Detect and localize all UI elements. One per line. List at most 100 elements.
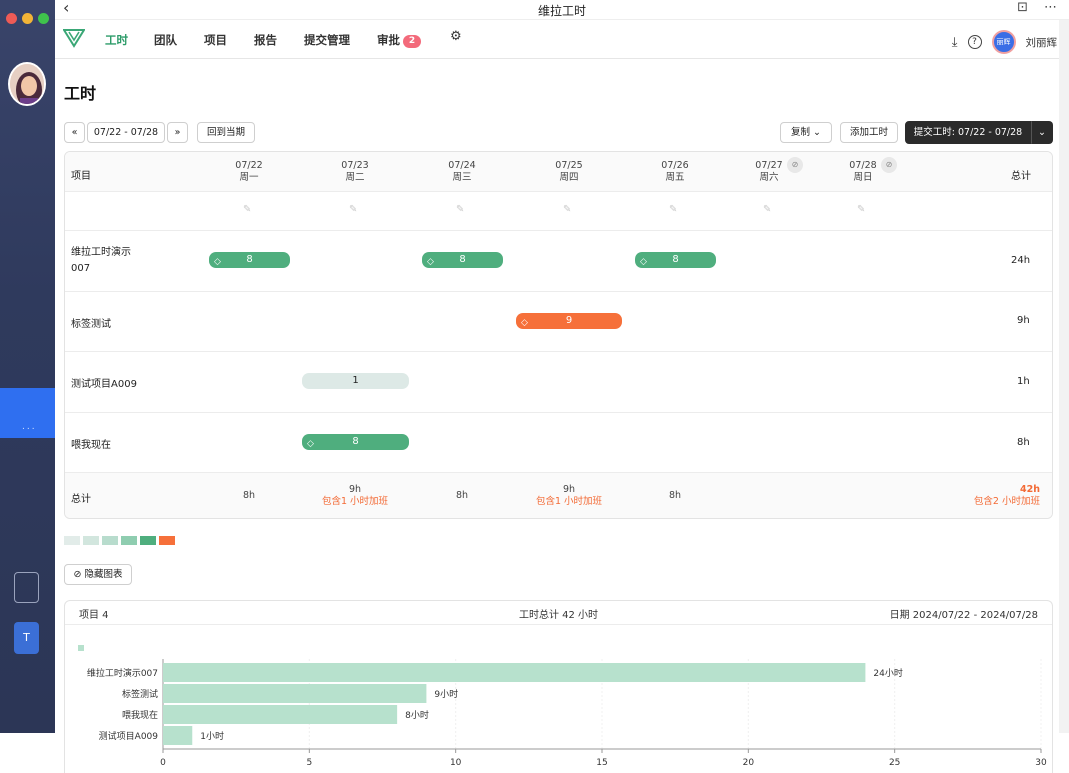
chart-bar — [163, 684, 427, 703]
day-off-icon[interactable]: ⊘ — [881, 157, 897, 173]
chart-tick-label: 10 — [450, 758, 462, 768]
copy-dropdown-button[interactable]: 复制 ⌄ — [780, 122, 832, 143]
legend-swatch — [159, 536, 175, 545]
time-entry[interactable]: ◇ 8 — [635, 252, 716, 268]
user-name[interactable]: 刘丽辉 — [1026, 35, 1058, 50]
day-weekday: 周日 — [853, 172, 873, 183]
close-window-icon[interactable] — [6, 13, 17, 24]
edit-row: ✎ ✎ ✎ ✎ ✎ ✎ ✎ — [65, 192, 1052, 231]
day-header-mon: 07/22 周一 — [219, 160, 279, 184]
sidebar-active-item[interactable]: ... — [0, 388, 55, 438]
maximize-window-icon[interactable] — [38, 13, 49, 24]
time-entry[interactable]: ◇ 8 — [422, 252, 503, 268]
tag-icon: ◇ — [427, 257, 434, 267]
time-entry-value: 8 — [352, 436, 359, 447]
submit-options-chevron-icon[interactable]: ⌄ — [1031, 121, 1053, 144]
chart-panel: 项目 4 工时总计 42 小时 日期 2024/07/22 - 2024/07/… — [64, 600, 1053, 773]
chart-tick-label: 0 — [160, 758, 166, 768]
nav-item-projects[interactable]: 项目 — [204, 32, 227, 48]
tag-icon: ◇ — [640, 257, 647, 267]
chart-tick-label: 30 — [1035, 758, 1047, 768]
day-date: 07/22 — [235, 160, 263, 171]
table-row: 标签测试 ◇ 9 9h — [65, 292, 1052, 352]
prev-week-button[interactable]: « — [64, 122, 85, 143]
more-icon[interactable]: ⋯ — [1044, 0, 1057, 15]
nav-item-reports[interactable]: 报告 — [254, 32, 277, 48]
project-name-line: 维拉工时演示 — [71, 247, 131, 258]
hide-chart-label: 隐藏图表 — [84, 569, 123, 580]
logo-icon — [62, 28, 86, 51]
page-scrollbar[interactable] — [1059, 20, 1069, 733]
edit-pencil-icon[interactable]: ✎ — [563, 204, 571, 215]
edit-pencil-icon[interactable]: ✎ — [857, 204, 865, 215]
day-total: 8h — [242, 490, 256, 501]
chart-value-label: 24小时 — [873, 667, 902, 679]
time-entry[interactable]: ◇ 8 — [302, 434, 409, 450]
date-range-button[interactable]: 07/22 - 07/28 — [87, 122, 165, 143]
day-total: 9h 包含1 小时加班 — [315, 484, 395, 508]
page-title: 工时 — [64, 84, 97, 103]
edit-pencil-icon[interactable]: ✎ — [456, 204, 464, 215]
project-name[interactable]: 喂我现在 — [71, 436, 111, 451]
day-total: 8h — [668, 490, 682, 501]
settings-gear-icon[interactable]: ⚙ — [450, 29, 462, 44]
chevron-down-icon: ⌄ — [813, 127, 821, 138]
sidebar-team-icon[interactable]: T — [14, 622, 39, 654]
download-icon[interactable]: ⤓ — [952, 35, 958, 50]
project-column-header: 项目 — [71, 171, 91, 182]
robot-icon[interactable]: ⊡ — [1017, 0, 1028, 15]
legend-swatch — [121, 536, 137, 545]
day-off-icon[interactable]: ⊘ — [787, 157, 803, 173]
time-entry-value: 8 — [459, 254, 466, 265]
row-total: 8h — [1017, 437, 1030, 448]
nav-item-approvals[interactable]: 审批 2 — [377, 32, 421, 48]
chart-value-label: 8小时 — [405, 709, 429, 721]
chart-category-label: 测试项目A009 — [99, 730, 159, 742]
project-name[interactable]: 测试项目A009 — [71, 375, 137, 390]
current-period-button[interactable]: 回到当期 — [197, 122, 255, 143]
window-title: 维拉工时 — [537, 4, 586, 18]
legend-swatch — [102, 536, 118, 545]
overtime-note: 包含1 小时加班 — [321, 496, 389, 507]
user-avatar[interactable]: 丽辉 — [991, 30, 1016, 54]
minimize-window-icon[interactable] — [22, 13, 33, 24]
day-header-wed: 07/24 周三 — [432, 160, 492, 184]
nav-item-team[interactable]: 团队 — [154, 32, 177, 48]
add-hours-button[interactable]: 添加工时 — [840, 122, 898, 143]
nav-item-submissions[interactable]: 提交管理 — [304, 32, 350, 48]
legend-swatch — [83, 536, 99, 545]
chart-value-label: 1小时 — [200, 730, 224, 742]
edit-pencil-icon[interactable]: ✎ — [669, 204, 677, 215]
time-entry-value: 8 — [672, 254, 679, 265]
edit-pencil-icon[interactable]: ✎ — [349, 204, 357, 215]
chart-category-label: 维拉工时演示007 — [87, 667, 158, 679]
chart-bar — [163, 726, 193, 745]
chart-bar — [163, 663, 866, 682]
day-total-value: 9h — [562, 484, 576, 495]
nav-item-timesheet[interactable]: 工时 — [105, 32, 128, 48]
time-entry[interactable]: ◇ 8 — [209, 252, 290, 268]
time-entry[interactable]: 1 — [302, 373, 409, 389]
time-entry[interactable]: ◇ 9 — [516, 313, 622, 329]
chart-category-label: 标签测试 — [122, 688, 158, 700]
edit-pencil-icon[interactable]: ✎ — [763, 204, 771, 215]
day-weekday: 周三 — [452, 172, 472, 183]
sidebar-window-icon[interactable] — [14, 572, 39, 603]
help-icon[interactable]: ? — [967, 35, 982, 49]
project-name[interactable]: 维拉工时演示 007 — [71, 245, 131, 277]
tag-icon: ◇ — [214, 257, 221, 267]
table-footer: 总计 8h 9h 包含1 小时加班 8h 9h 包含1 小时加班 8h 42h 包含2… — [65, 473, 1052, 518]
week-total: 42h 包含2 小时加班 — [960, 484, 1040, 508]
workspace-avatar[interactable] — [8, 62, 46, 106]
next-week-button[interactable]: » — [167, 122, 188, 143]
time-entry-value: 9 — [565, 315, 573, 326]
chart-header: 项目 4 工时总计 42 小时 日期 2024/07/22 - 2024/07/… — [65, 601, 1052, 625]
hide-chart-button[interactable]: ⊘ 隐藏图表 — [64, 564, 132, 585]
legend-swatch — [140, 536, 156, 545]
project-name[interactable]: 标签测试 — [71, 315, 111, 330]
total-column-header: 总计 — [1011, 171, 1031, 182]
title-bar: ‹ 维拉工时 ⊡ ⋯ — [55, 0, 1069, 20]
edit-pencil-icon[interactable]: ✎ — [243, 204, 251, 215]
day-date: 07/26 — [661, 160, 689, 171]
submit-hours-button[interactable]: 提交工时: 07/22 - 07/28 — [905, 121, 1031, 144]
